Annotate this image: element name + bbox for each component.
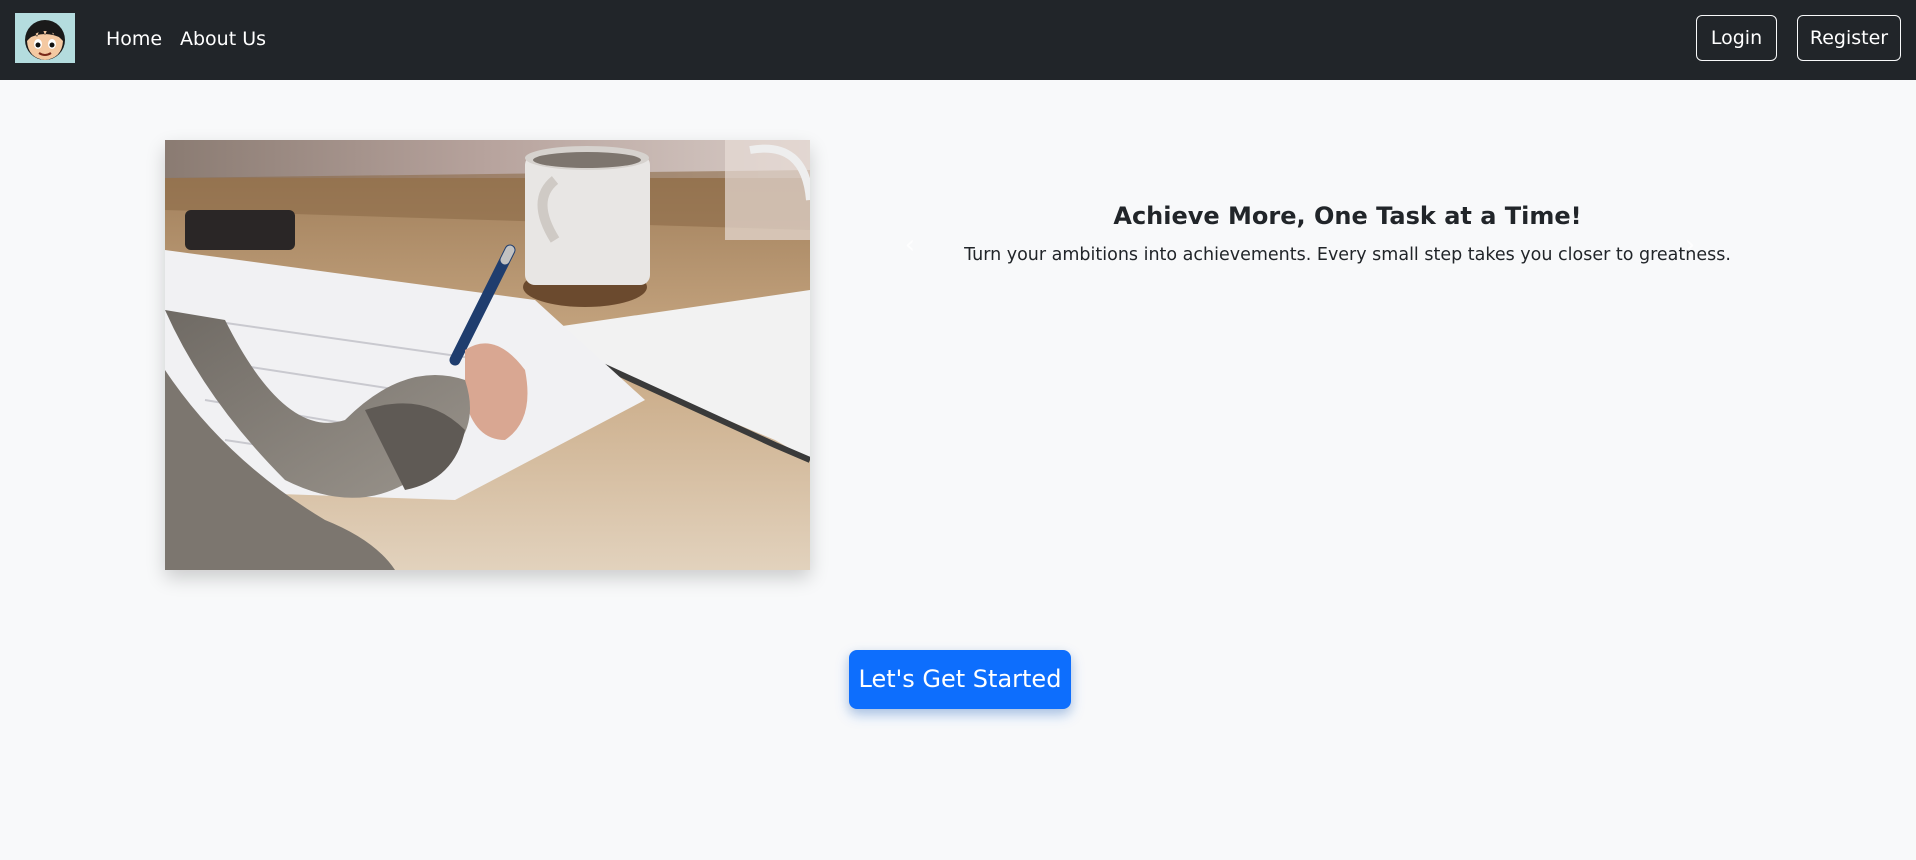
brand-logo-icon[interactable] (15, 13, 75, 63)
nav-link-about-us[interactable]: About Us (180, 24, 266, 54)
hero-photo (165, 140, 810, 570)
top-navbar: Home About Us Login Register (0, 0, 1916, 80)
get-started-button[interactable]: Let's Get Started (849, 650, 1071, 709)
carousel-slide-title: Achieve More, One Task at a Time! (1113, 202, 1582, 230)
login-button[interactable]: Login (1696, 15, 1777, 61)
register-button[interactable]: Register (1797, 15, 1901, 61)
nav-link-home[interactable]: Home (106, 24, 162, 54)
carousel-slide-text: Turn your ambitions into achievements. E… (964, 245, 1731, 265)
hero-carousel: ‹ Achieve More, One Task at a Time! Turn… (900, 190, 1795, 290)
chevron-right-icon[interactable]: › (1680, 230, 1700, 260)
